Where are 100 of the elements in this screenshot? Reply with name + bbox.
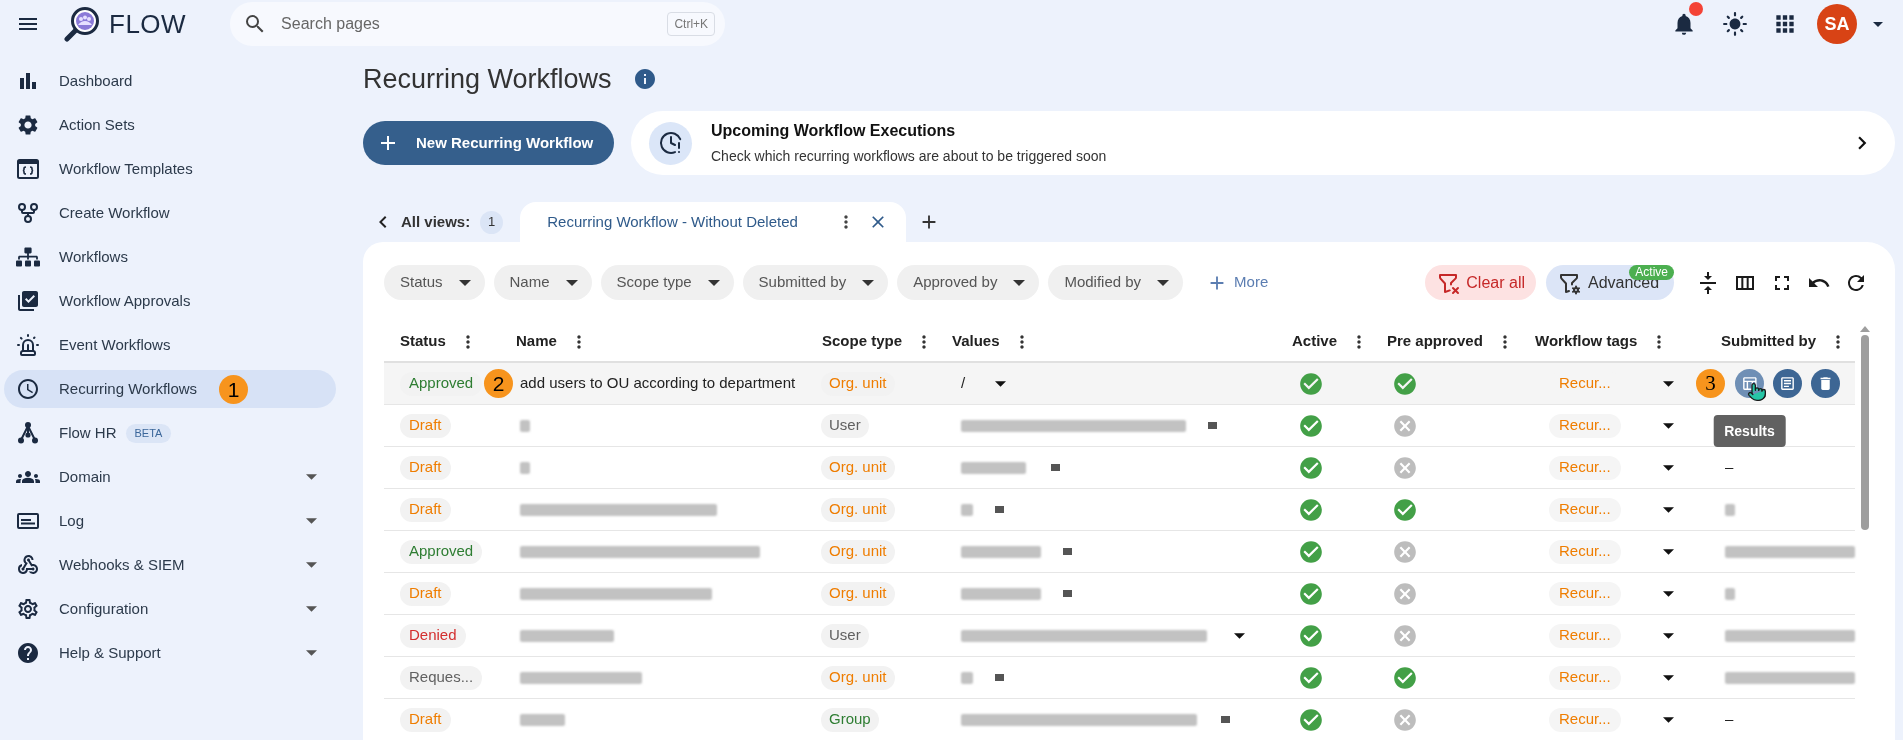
scope-badge: Group bbox=[821, 707, 879, 732]
scope-badge: Org. unit bbox=[821, 581, 895, 606]
sidebar-item[interactable]: Recurring Workflows 1 bbox=[4, 370, 336, 408]
sidebar-item[interactable]: Configuration bbox=[4, 590, 336, 628]
sidebar-item[interactable]: Workflow Templates bbox=[4, 150, 336, 188]
sun-icon[interactable] bbox=[1722, 11, 1748, 37]
caret-icon bbox=[1157, 279, 1170, 286]
details-button[interactable] bbox=[1773, 369, 1802, 398]
tag-badge: Recur... bbox=[1549, 581, 1621, 606]
clock-icon bbox=[16, 377, 40, 401]
sidebar-item[interactable]: Webhooks & SIEM bbox=[4, 546, 336, 584]
checklist-icon bbox=[16, 289, 40, 313]
table-row[interactable]: Draft Group Recur... – bbox=[384, 699, 1855, 740]
scroll-up-icon[interactable] bbox=[1859, 326, 1870, 332]
caret-icon[interactable] bbox=[1663, 506, 1674, 513]
views-count: 1 bbox=[480, 210, 504, 234]
caret-icon[interactable] bbox=[1663, 632, 1674, 639]
sidebar-item[interactable]: Event Workflows bbox=[4, 326, 336, 364]
sidebar-item[interactable]: Action Sets bbox=[4, 106, 336, 144]
magnifier-logo-icon bbox=[64, 6, 100, 42]
caret-icon[interactable] bbox=[1663, 422, 1674, 429]
filter-chip[interactable]: Name bbox=[493, 265, 592, 300]
status-badge: Reques... bbox=[400, 665, 483, 690]
scope-badge: Org. unit bbox=[821, 539, 895, 564]
more-filters-button[interactable]: More bbox=[1206, 271, 1269, 294]
caret-icon[interactable] bbox=[1663, 590, 1674, 597]
scrollbar-thumb[interactable] bbox=[1860, 335, 1869, 530]
status-badge: Approved bbox=[400, 539, 483, 564]
caret-icon bbox=[565, 279, 578, 286]
caret-icon[interactable] bbox=[995, 380, 1007, 387]
caret-icon[interactable] bbox=[306, 474, 317, 480]
caret-icon[interactable] bbox=[1663, 380, 1674, 387]
caret-icon[interactable] bbox=[1663, 716, 1674, 723]
sidebar-item[interactable]: Workflows bbox=[4, 238, 336, 276]
delete-button[interactable] bbox=[1811, 369, 1840, 398]
nodes-icon bbox=[16, 421, 40, 445]
sidebar-item[interactable]: Flow HR BETA bbox=[4, 414, 336, 452]
column-header: Name bbox=[516, 331, 557, 352]
all-views-label: All views: bbox=[401, 211, 471, 232]
tag-badge: Recur... bbox=[1549, 665, 1621, 690]
sidebar-item[interactable]: Domain bbox=[4, 458, 336, 496]
column-header: Workflow tags bbox=[1535, 331, 1638, 352]
filter-chip[interactable]: Scope type bbox=[600, 265, 734, 300]
view-tab[interactable]: Recurring Workflow - Without Deleted bbox=[520, 202, 907, 242]
hand-cursor-icon bbox=[1747, 382, 1767, 402]
sidebar-item[interactable]: Help & Support bbox=[4, 634, 336, 672]
caret-icon[interactable] bbox=[1234, 632, 1245, 639]
blurred-text bbox=[520, 461, 530, 474]
beta-badge: BETA bbox=[125, 423, 172, 443]
shortcut-key: Ctrl+K bbox=[667, 12, 716, 36]
filter-chip[interactable]: Approved by bbox=[897, 265, 1040, 300]
column-header: Submitted by bbox=[1721, 331, 1816, 352]
caret-icon[interactable] bbox=[306, 650, 317, 656]
blurred-text bbox=[1725, 587, 1735, 600]
caret-icon[interactable] bbox=[1663, 674, 1674, 681]
filter-chip[interactable]: Submitted by bbox=[742, 265, 889, 300]
active-badge: Active bbox=[1629, 265, 1674, 280]
table-row[interactable]: Denied User Recur... bbox=[384, 615, 1855, 657]
callout-marker: 2 bbox=[484, 369, 513, 398]
document-icon bbox=[1779, 375, 1796, 392]
column-header: Active bbox=[1292, 331, 1338, 352]
search-field[interactable]: Search pages bbox=[281, 12, 668, 36]
filter-chip[interactable]: Modified by bbox=[1048, 265, 1184, 300]
info-icon[interactable] bbox=[632, 67, 657, 91]
caret-icon[interactable] bbox=[1873, 21, 1883, 27]
user-avatar[interactable]: SA bbox=[1817, 4, 1857, 44]
scope-badge: User bbox=[821, 623, 869, 648]
caret-icon[interactable] bbox=[306, 606, 317, 612]
app-name: FLOW bbox=[109, 7, 187, 41]
blurred-text bbox=[520, 419, 530, 432]
table-row[interactable]: Draft Org. unit Recur... – bbox=[384, 447, 1855, 489]
sidebar-item[interactable]: Workflow Approvals bbox=[4, 282, 336, 320]
table-row[interactable]: Approved Org. unit Recur... bbox=[384, 531, 1855, 573]
sidebar-item[interactable]: Create Workflow bbox=[4, 194, 336, 232]
code-window-icon bbox=[16, 157, 40, 181]
table-cell-text: / bbox=[961, 373, 966, 394]
table-row[interactable]: Reques... Org. unit Recur... bbox=[384, 657, 1855, 699]
upcoming-executions-card[interactable]: Upcoming Workflow Executions Check which recurring workflows are about to be triggered soon bbox=[631, 111, 1895, 175]
clear-all-button[interactable]: Clear all bbox=[1425, 265, 1536, 300]
sidebar-item[interactable]: Dashboard bbox=[4, 62, 336, 100]
caret-icon[interactable] bbox=[1663, 464, 1674, 471]
search-bar[interactable]: Search pages Ctrl+K bbox=[230, 2, 726, 46]
tag-badge: Recur... bbox=[1549, 497, 1621, 522]
table-icon bbox=[1741, 375, 1758, 392]
caret-icon[interactable] bbox=[306, 562, 317, 568]
caret-icon bbox=[707, 279, 720, 286]
filter-chip[interactable]: Status bbox=[384, 265, 485, 300]
caret-icon bbox=[1013, 279, 1026, 286]
sidebar-item[interactable]: Log bbox=[4, 502, 336, 540]
scope-badge: Org. unit bbox=[821, 665, 895, 690]
caret-icon[interactable] bbox=[1663, 548, 1674, 555]
scope-badge: User bbox=[821, 413, 869, 438]
blurred-text bbox=[520, 713, 565, 726]
column-header: Status bbox=[400, 331, 446, 352]
tag-badge: Recur... bbox=[1549, 455, 1621, 480]
fork-icon bbox=[16, 201, 40, 225]
new-workflow-button[interactable]: New Recurring Workflow bbox=[363, 121, 614, 165]
caret-icon[interactable] bbox=[306, 518, 317, 524]
table-cell-text: – bbox=[1725, 709, 1734, 730]
tag-badge: Recur... bbox=[1549, 623, 1621, 648]
